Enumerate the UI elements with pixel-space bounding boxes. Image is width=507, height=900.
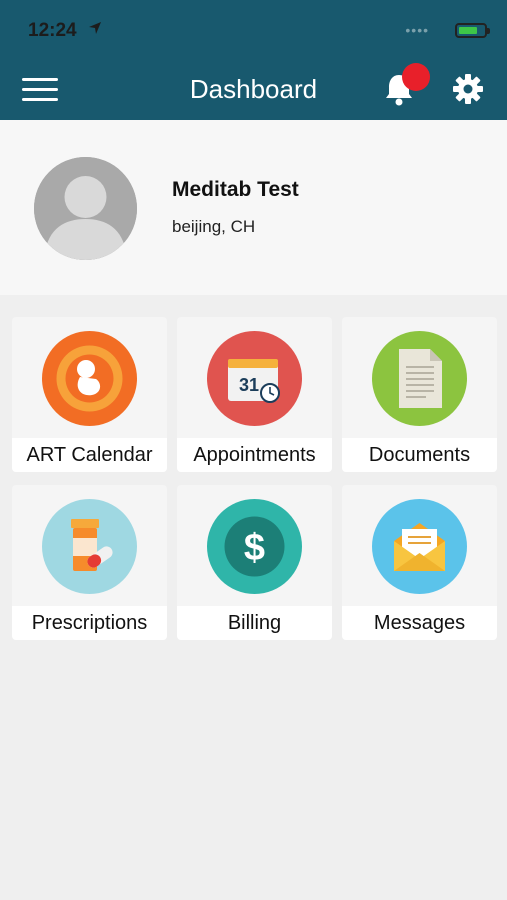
tile-label: Messages: [342, 606, 497, 640]
tile-label: Appointments: [177, 438, 332, 472]
fetus-icon: [42, 331, 137, 426]
tile-label: Billing: [177, 606, 332, 640]
signal-icon: ••••: [405, 22, 429, 38]
appointments-tile[interactable]: 31 Appointments: [177, 317, 332, 472]
billing-tile[interactable]: $ Billing: [177, 485, 332, 640]
profile-name: Meditab Test: [172, 178, 299, 201]
page-title: Dashboard: [189, 74, 318, 104]
pill-bottle-icon: [42, 499, 137, 594]
envelope-icon: [372, 499, 467, 594]
svg-text:$: $: [244, 527, 265, 569]
notification-badge: [402, 63, 430, 91]
profile-card[interactable]: Meditab Test beijing, CH: [0, 120, 507, 295]
avatar: [34, 157, 137, 260]
calendar-icon: 31: [207, 331, 302, 426]
calendar-day-number: 31: [239, 375, 259, 395]
dollar-icon: $: [207, 499, 302, 594]
profile-location: beijing, CH: [172, 217, 256, 236]
tile-label: Documents: [342, 438, 497, 472]
documents-tile[interactable]: Documents: [342, 317, 497, 472]
settings-gear-icon[interactable]: [452, 73, 484, 105]
document-icon: [372, 331, 467, 426]
battery-icon: [455, 23, 490, 38]
art-calendar-tile[interactable]: ART Calendar: [12, 317, 167, 472]
prescriptions-tile[interactable]: Prescriptions: [12, 485, 167, 640]
messages-tile[interactable]: Messages: [342, 485, 497, 640]
tile-label: Prescriptions: [12, 606, 167, 640]
top-bar: 12:24 •••• Dashboard: [0, 0, 507, 120]
status-bar: 12:24 ••••: [28, 18, 490, 46]
location-arrow-icon: [89, 22, 101, 34]
user-silhouette-icon: [34, 157, 137, 260]
tile-label: ART Calendar: [12, 438, 167, 472]
status-time: 12:24: [28, 20, 77, 41]
